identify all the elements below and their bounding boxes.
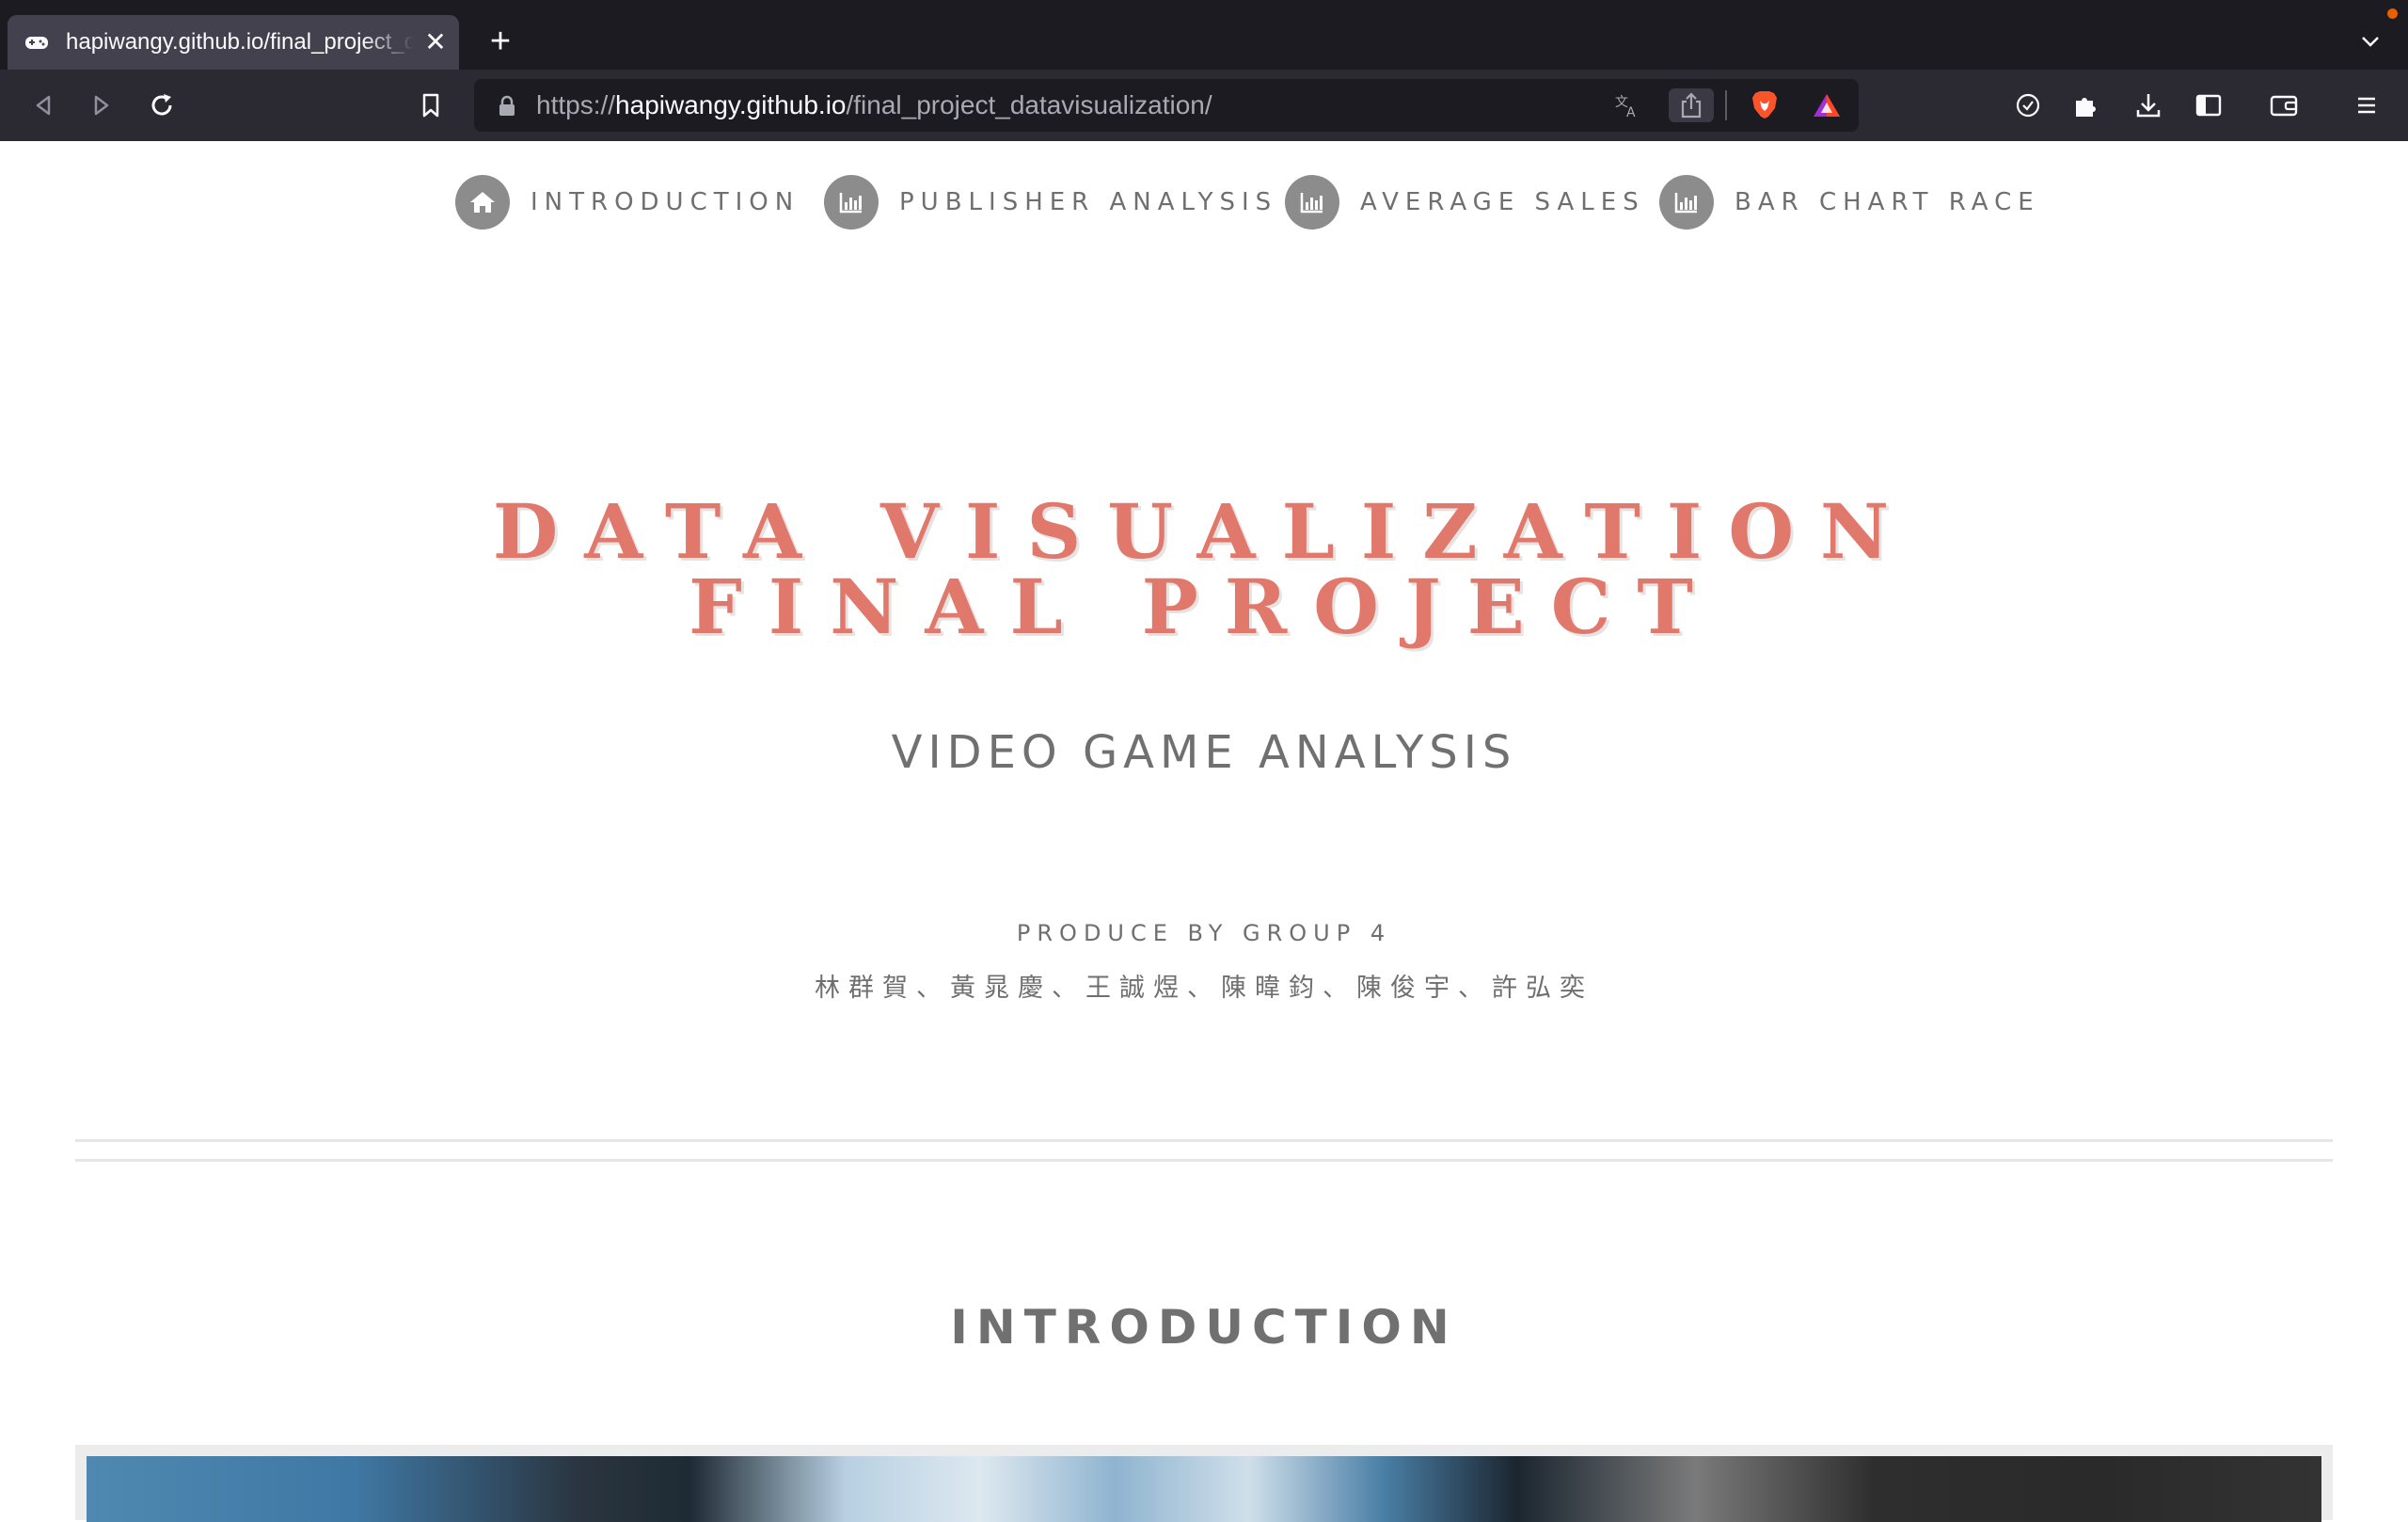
site-navigation: INTRODUCTION PUBLISHER ANALYSIS AVERAGE …: [0, 173, 2408, 231]
home-icon: [455, 175, 510, 230]
bar-chart-icon: [824, 175, 879, 230]
bookmark-icon[interactable]: [410, 85, 452, 126]
extensions-puzzle-icon[interactable]: [2066, 85, 2107, 126]
forward-arrow-icon[interactable]: [81, 85, 122, 126]
brave-shields-lion-icon[interactable]: [1748, 88, 1782, 122]
lock-icon: [499, 95, 515, 116]
svg-text:A: A: [1626, 105, 1636, 119]
brave-rewards-triangle-icon[interactable]: [1810, 88, 1844, 122]
url-bar[interactable]: https://hapiwangy.github.io/final_projec…: [474, 79, 1859, 132]
nav-label: BAR CHART RACE: [1735, 188, 2040, 216]
tab-close-icon[interactable]: ✕: [420, 26, 452, 58]
browser-nav-bar: https://hapiwangy.github.io/final_projec…: [0, 70, 2408, 141]
browser-tab-active[interactable]: hapiwangy.github.io/final_project_datavi…: [8, 15, 459, 70]
hamburger-menu-icon[interactable]: [2346, 85, 2387, 126]
nav-item-publisher-analysis[interactable]: PUBLISHER ANALYSIS: [824, 173, 1277, 231]
nav-label: AVERAGE SALES: [1360, 188, 1645, 216]
gamepad-favicon-icon: [25, 37, 48, 49]
notification-dot: [2387, 8, 2398, 19]
introduction-section-title: INTRODUCTION: [950, 1300, 1458, 1355]
pocket-check-icon[interactable]: [2007, 85, 2049, 126]
section-divider: [75, 1139, 2333, 1162]
url-text[interactable]: https://hapiwangy.github.io/final_projec…: [536, 90, 1212, 120]
nav-label: PUBLISHER ANALYSIS: [899, 188, 1278, 216]
bar-chart-icon: [1285, 175, 1339, 230]
page-content: INTRODUCTION PUBLISHER ANALYSIS AVERAGE …: [0, 141, 2408, 1522]
hero-title: DATA VISUALIZATION FINAL PROJECT: [0, 494, 2408, 644]
tab-title: hapiwangy.github.io/final_project_datavi…: [66, 29, 414, 55]
translate-icon[interactable]: 文 A: [1610, 88, 1644, 122]
wallet-icon[interactable]: [2263, 85, 2305, 126]
url-bar-separator: [1725, 90, 1727, 120]
reload-icon[interactable]: [141, 85, 182, 126]
share-icon[interactable]: [1669, 88, 1714, 122]
group-members: 林群賀、黃晁慶、王誠煜、陳暐鈞、陳俊宇、許弘奕: [815, 974, 1593, 1003]
new-tab-plus-icon[interactable]: +: [482, 23, 519, 60]
hero-title-line-1: DATA VISUALIZATION: [492, 487, 1916, 576]
nav-item-introduction[interactable]: INTRODUCTION: [455, 173, 800, 231]
hero-subtitle: VIDEO GAME ANALYSIS: [891, 726, 1517, 779]
nav-item-average-sales[interactable]: AVERAGE SALES: [1285, 173, 1645, 231]
browser-tab-bar: hapiwangy.github.io/final_project_datavi…: [0, 0, 2408, 70]
produce-by-credit: PRODUCE BY GROUP 4: [1016, 920, 1392, 946]
sidebar-toggle-icon[interactable]: [2188, 85, 2229, 126]
nav-item-bar-chart-race[interactable]: BAR CHART RACE: [1659, 173, 2040, 231]
back-arrow-icon[interactable]: [23, 85, 64, 126]
tab-list-chevron-down-icon[interactable]: [2352, 26, 2389, 58]
nav-label: INTRODUCTION: [531, 188, 800, 216]
introduction-image: [87, 1456, 2321, 1522]
introduction-image-frame: [75, 1445, 2333, 1522]
download-icon[interactable]: [2128, 85, 2169, 126]
hero-title-line-2: FINAL PROJECT: [689, 563, 1719, 651]
bar-chart-icon: [1659, 175, 1714, 230]
